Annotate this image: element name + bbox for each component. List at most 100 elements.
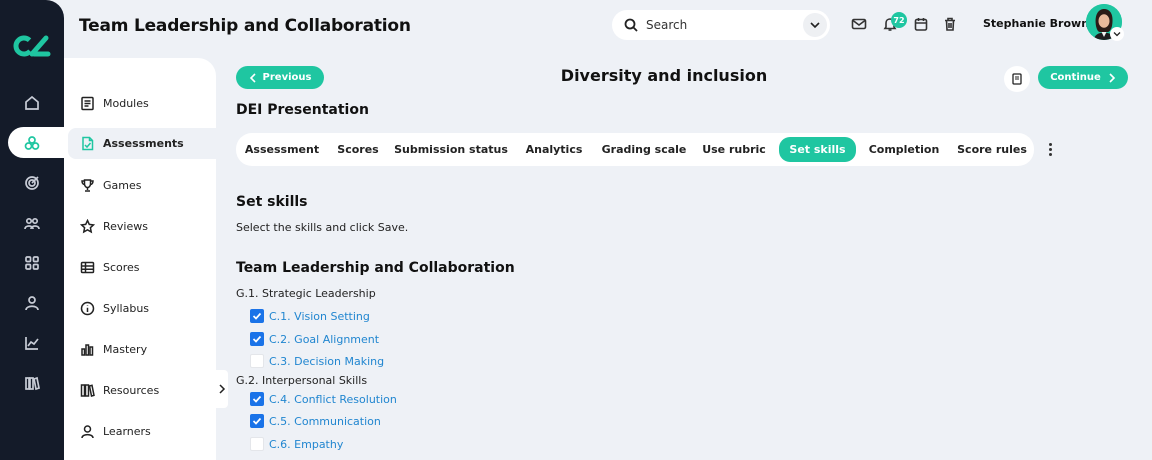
sidebar-item-learners[interactable]: Learners	[80, 416, 216, 447]
skill-checkbox-row[interactable]: C.4. Conflict Resolution	[250, 391, 397, 407]
sidebar-item-label: Modules	[103, 97, 149, 110]
skill-label[interactable]: C.1. Vision Setting	[269, 310, 370, 323]
chevron-down-icon	[810, 22, 820, 29]
sidebar-item-label: Syllabus	[103, 302, 150, 315]
check-icon	[252, 417, 262, 425]
checkbox-checked[interactable]	[250, 414, 264, 428]
assessment-doc-icon	[82, 136, 94, 151]
star-icon	[80, 219, 95, 234]
modules-icon	[81, 96, 94, 111]
skill-checkbox-row[interactable]: C.5. Communication	[250, 413, 381, 429]
search-box[interactable]	[612, 10, 830, 40]
sidebar-collapse-toggle[interactable]	[216, 370, 228, 408]
tab-completion[interactable]: Completion	[868, 139, 940, 160]
check-icon	[252, 395, 262, 403]
tab-score-rules[interactable]: Score rules	[956, 139, 1028, 160]
search-dropdown-button[interactable]	[803, 13, 827, 37]
sidebar-item-games[interactable]: Games	[80, 170, 216, 201]
previous-button[interactable]: Previous	[236, 66, 324, 89]
sidebar-item-label: Mastery	[103, 343, 148, 356]
apps-icon[interactable]	[20, 251, 44, 275]
sidebar-item-label: Reviews	[103, 220, 148, 233]
skill-label[interactable]: C.6. Empathy	[269, 438, 343, 451]
books-icon	[80, 384, 95, 397]
home-icon[interactable]	[20, 91, 44, 115]
checkbox-unchecked[interactable]	[250, 354, 264, 368]
guide-button[interactable]	[1004, 66, 1030, 92]
more-options-icon[interactable]	[1044, 141, 1056, 157]
bar-chart-icon	[81, 344, 94, 356]
chart-icon[interactable]	[20, 331, 44, 355]
info-icon	[80, 301, 95, 316]
app-title: Team Leadership and Collaboration	[79, 16, 411, 36]
skill-label[interactable]: C.2. Goal Alignment	[269, 333, 379, 346]
app-rail	[0, 0, 68, 460]
skill-checkbox-row[interactable]: C.6. Empathy	[250, 436, 343, 452]
trash-icon[interactable]	[942, 16, 958, 32]
skill-label[interactable]: C.5. Communication	[269, 415, 381, 428]
user-name[interactable]: Stephanie Brown	[983, 17, 1089, 30]
chevron-left-icon	[249, 72, 256, 83]
brand-logo-icon[interactable]	[12, 32, 52, 60]
skill-checkbox-row[interactable]: C.2. Goal Alignment	[250, 331, 379, 347]
presentation-title: DEI Presentation	[236, 102, 369, 118]
skill-checkbox-row[interactable]: C.3. Decision Making	[250, 353, 384, 369]
sidebar-item-scores[interactable]: Scores	[80, 252, 216, 283]
calendar-icon[interactable]	[913, 16, 929, 32]
page-title: Diversity and inclusion	[560, 66, 768, 85]
book-icon	[1012, 73, 1022, 85]
trophy-icon	[81, 179, 94, 192]
sidebar-item-label: Resources	[103, 384, 160, 397]
assessment-tabs: Assessment Scores Submission status Anal…	[236, 133, 1034, 166]
search-icon	[624, 18, 638, 32]
library-icon[interactable]	[20, 371, 44, 395]
tab-use-rubric[interactable]: Use rubric	[702, 139, 766, 160]
check-icon	[252, 312, 262, 320]
sidebar-item-syllabus[interactable]: Syllabus	[80, 293, 216, 324]
learner-icon	[81, 425, 94, 439]
notification-badge: 72	[891, 12, 907, 28]
search-input[interactable]	[646, 18, 786, 32]
skill-set-title: Team Leadership and Collaboration	[236, 260, 515, 276]
tab-analytics[interactable]: Analytics	[522, 139, 586, 160]
checkbox-checked[interactable]	[250, 392, 264, 406]
continue-label: Continue	[1050, 72, 1101, 83]
sidebar-item-label: Assessments	[103, 137, 184, 150]
checkbox-checked[interactable]	[250, 332, 264, 346]
section-title: Set skills	[236, 194, 308, 210]
user-icon[interactable]	[20, 291, 44, 315]
sidebar-item-mastery[interactable]: Mastery	[80, 334, 216, 365]
user-menu-chevron-icon[interactable]	[1110, 27, 1124, 41]
group-label: G.2. Interpersonal Skills	[236, 374, 368, 387]
group-label: G.1. Strategic Leadership	[236, 287, 376, 300]
target-icon[interactable]	[20, 171, 44, 195]
continue-button[interactable]: Continue	[1038, 66, 1128, 89]
tab-submission-status[interactable]: Submission status	[394, 139, 508, 160]
tab-set-skills[interactable]: Set skills	[779, 137, 856, 162]
checkbox-checked[interactable]	[250, 309, 264, 323]
chevron-right-icon	[219, 384, 226, 394]
secondary-sidebar: Modules Assessments Games Reviews Scores…	[64, 58, 216, 460]
people-icon[interactable]	[20, 211, 44, 235]
sidebar-item-reviews[interactable]: Reviews	[80, 211, 216, 242]
skill-label[interactable]: C.4. Conflict Resolution	[269, 393, 397, 406]
sidebar-item-label: Learners	[103, 425, 151, 438]
assessments-icon[interactable]	[20, 131, 44, 155]
checkbox-unchecked[interactable]	[250, 437, 264, 451]
tab-assessment[interactable]: Assessment	[236, 139, 328, 160]
tab-scores[interactable]: Scores	[333, 139, 383, 160]
tab-grading-scale[interactable]: Grading scale	[600, 139, 688, 160]
sidebar-item-label: Games	[103, 179, 142, 192]
sidebar-item-assessments[interactable]: Assessments	[68, 128, 216, 159]
mail-icon[interactable]	[851, 16, 867, 32]
sidebar-item-modules[interactable]: Modules	[80, 88, 216, 119]
skill-checkbox-row[interactable]: C.1. Vision Setting	[250, 308, 370, 324]
check-icon	[252, 335, 262, 343]
section-subtitle: Select the skills and click Save.	[236, 221, 409, 234]
chevron-right-icon	[1109, 72, 1115, 83]
sidebar-item-resources[interactable]: Resources	[80, 375, 216, 406]
table-icon	[80, 261, 95, 274]
previous-label: Previous	[262, 72, 312, 83]
skill-label[interactable]: C.3. Decision Making	[269, 355, 384, 368]
sidebar-item-label: Scores	[103, 261, 140, 274]
